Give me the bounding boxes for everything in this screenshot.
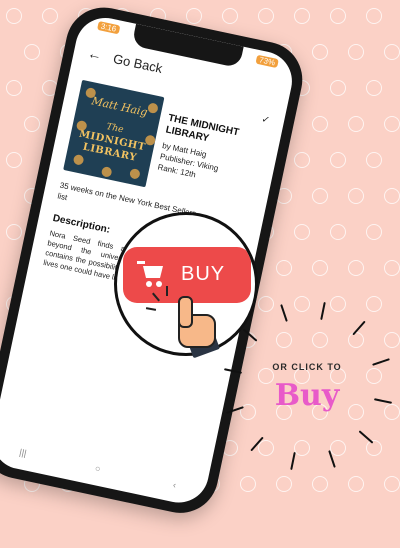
cta-small-text: OR CLICK TO — [272, 362, 342, 372]
pattern-ring — [348, 188, 364, 204]
pattern-ring — [366, 440, 382, 456]
pattern-ring — [276, 476, 292, 492]
pattern-ring — [330, 152, 346, 168]
pattern-ring — [348, 44, 364, 60]
pattern-ring — [330, 224, 346, 240]
arrow-left-icon[interactable]: ← — [86, 45, 103, 64]
back-nav-icon[interactable]: ‹ — [172, 480, 177, 490]
pattern-ring — [330, 8, 346, 24]
pattern-ring — [6, 8, 22, 24]
pattern-ring — [294, 440, 310, 456]
pattern-ring — [348, 260, 364, 276]
pattern-ring — [366, 224, 382, 240]
go-back-link[interactable]: Go Back — [112, 51, 164, 76]
cover-ornament — [72, 153, 85, 166]
buy-button-label: BUY — [181, 263, 226, 285]
pattern-ring — [366, 296, 382, 312]
pattern-ring — [384, 44, 400, 60]
book-info: THE MIDNIGHT LIBRARY by Matt Haig Publis… — [157, 113, 271, 194]
pattern-ring — [258, 8, 274, 24]
pattern-ring — [348, 476, 364, 492]
check-icon[interactable]: ✓ — [260, 114, 270, 127]
pattern-ring — [348, 332, 364, 348]
cta-buy-text[interactable]: Buy — [262, 378, 352, 413]
book-cover[interactable]: Matt Haig The MIDNIGHT LIBRARY — [63, 79, 165, 188]
pattern-ring — [384, 116, 400, 132]
cover-ornament — [128, 167, 141, 180]
pattern-ring — [312, 260, 328, 276]
pointing-hand-icon — [164, 296, 224, 360]
pattern-ring — [348, 116, 364, 132]
recents-icon[interactable]: ||| — [19, 447, 28, 458]
pattern-ring — [384, 260, 400, 276]
buy-button[interactable]: BUY — [123, 247, 251, 303]
status-battery: 73% — [255, 54, 279, 69]
pattern-ring — [366, 8, 382, 24]
pattern-ring — [366, 368, 382, 384]
pattern-ring — [330, 440, 346, 456]
pattern-ring — [366, 152, 382, 168]
pattern-ring — [330, 296, 346, 312]
pattern-ring — [186, 8, 202, 24]
pattern-ring — [384, 188, 400, 204]
pattern-ring — [222, 8, 238, 24]
pattern-ring — [384, 476, 400, 492]
pattern-ring — [294, 8, 310, 24]
tap-mark — [166, 286, 168, 296]
pattern-ring — [384, 404, 400, 420]
pattern-ring — [384, 332, 400, 348]
book-meta: by Matt Haig Publisher: Viking Rank: 12t… — [157, 140, 266, 194]
home-icon[interactable]: ○ — [94, 463, 101, 474]
pattern-ring — [366, 80, 382, 96]
shopping-cart-icon — [137, 261, 167, 289]
pattern-ring — [312, 476, 328, 492]
android-nav-bar: ||| ○ ‹ — [18, 447, 178, 494]
status-time: 3:16 — [96, 21, 120, 35]
pattern-ring — [312, 332, 328, 348]
cover-ornament — [100, 165, 113, 178]
